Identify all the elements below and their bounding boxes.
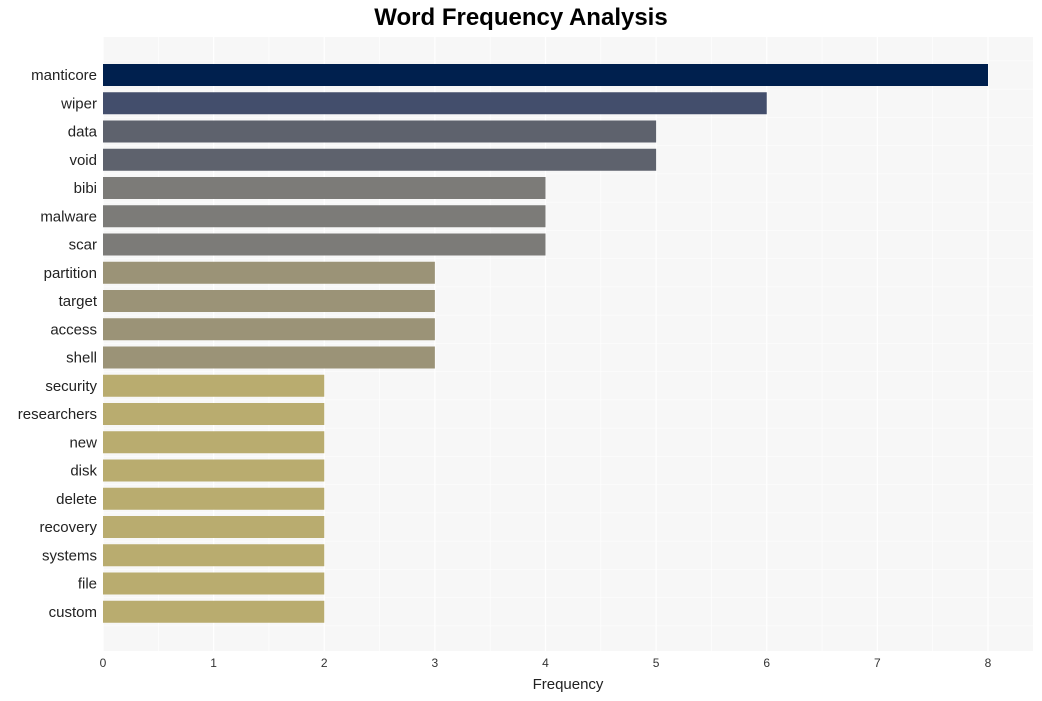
category-label-manticore: manticore: [31, 67, 97, 84]
bar-data: [103, 120, 657, 143]
bar-bibi: [103, 177, 546, 199]
bar-void: [103, 148, 657, 171]
category-label-disk: disk: [70, 463, 97, 480]
category-label-access: access: [50, 321, 97, 338]
category-label-recovery: recovery: [39, 519, 97, 536]
category-label-security: security: [45, 378, 97, 395]
x-tick-label: 5: [653, 656, 660, 670]
bar-security: [103, 374, 325, 397]
category-labels: manticore wiper data void bibi malware scar par…: [18, 67, 98, 621]
x-tick-label: 1: [210, 656, 217, 670]
category-label-scar: scar: [69, 237, 97, 254]
category-label-researchers: researchers: [18, 406, 97, 423]
bar-shell: [103, 346, 435, 369]
category-label-file: file: [78, 576, 97, 593]
category-label-malware: malware: [40, 208, 97, 225]
bar-disk: [103, 459, 325, 482]
bar-scar: [103, 233, 546, 256]
category-label-bibi: bibi: [74, 180, 97, 197]
bar-wiper: [103, 92, 767, 115]
bar-partition: [103, 261, 435, 284]
category-label-custom: custom: [49, 604, 97, 621]
x-tick-label: 7: [874, 656, 881, 670]
x-tick-label: 4: [542, 656, 549, 670]
category-label-wiper: wiper: [60, 95, 97, 112]
bar-access: [103, 318, 435, 341]
category-label-void: void: [69, 152, 97, 169]
bar-researchers: [103, 403, 325, 425]
bar-delete: [103, 487, 325, 510]
bar-systems: [103, 544, 325, 567]
bar-malware: [103, 205, 546, 228]
x-tick-labels: 0 1 2 3 4 5 6 7 8: [100, 656, 992, 670]
category-label-data: data: [68, 124, 98, 141]
bar-chart: manticore wiper data void bibi malware scar par…: [18, 37, 1033, 693]
category-label-new: new: [69, 434, 97, 451]
x-axis-title: Frequency: [533, 676, 604, 693]
category-label-delete: delete: [56, 491, 97, 508]
bar-new: [103, 431, 325, 454]
category-label-shell: shell: [66, 350, 97, 367]
category-label-target: target: [59, 293, 98, 310]
category-label-systems: systems: [42, 547, 97, 564]
x-tick-label: 3: [432, 656, 439, 670]
bar-recovery: [103, 516, 325, 538]
x-tick-label: 8: [985, 656, 992, 670]
x-tick-label: 0: [100, 656, 107, 670]
bar-file: [103, 572, 325, 595]
category-label-partition: partition: [44, 265, 97, 282]
x-tick-label: 2: [321, 656, 328, 670]
bar-target: [103, 290, 435, 312]
bar-manticore: [103, 64, 988, 86]
bar-custom: [103, 600, 325, 623]
x-tick-label: 6: [763, 656, 770, 670]
